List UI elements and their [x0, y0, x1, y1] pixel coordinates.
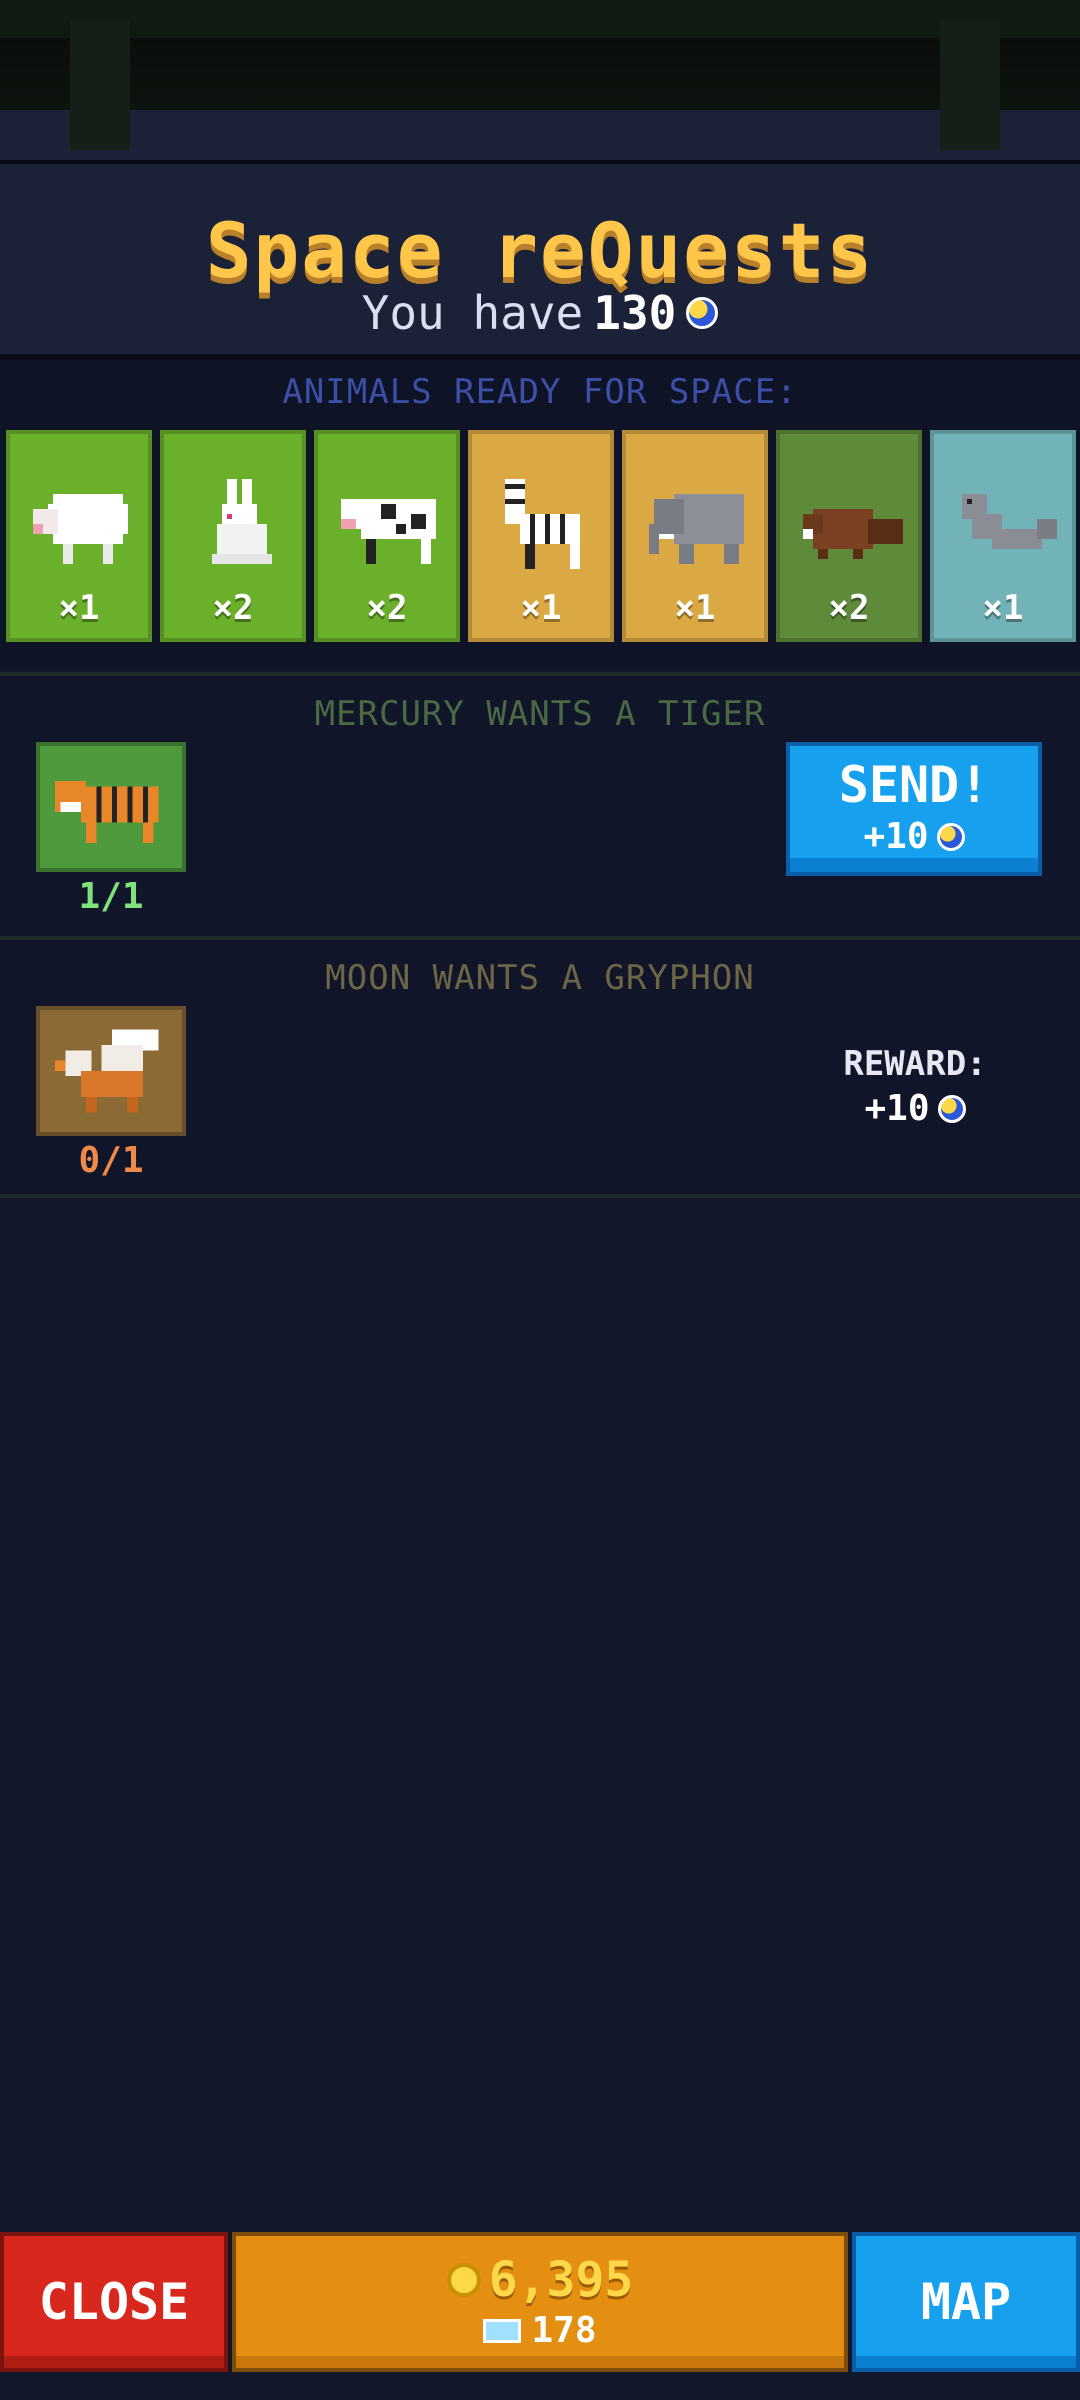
elephant-icon: [649, 494, 744, 564]
sheep-icon: [33, 494, 128, 564]
animal-card-zebra[interactable]: ×1: [468, 430, 614, 642]
currency-panel: 6,395 178: [232, 2232, 848, 2372]
request-progress: 0/1: [78, 1140, 144, 1181]
animal-card-seal[interactable]: ×1: [930, 430, 1076, 642]
game-background: [0, 0, 1080, 160]
moon-currency-icon: [686, 297, 719, 329]
close-button[interactable]: CLOSE: [0, 2232, 228, 2372]
request-heading: MOON WANTS A GRYPHON: [325, 958, 755, 998]
tickets-value: 178: [531, 2310, 597, 2351]
zebra-icon: [505, 479, 580, 569]
background-pillar: [940, 20, 1000, 150]
animals-heading: ANIMALS READY FOR SPACE:: [282, 372, 798, 412]
coins-display: 6,395: [236, 2252, 844, 2308]
animal-card-beaver[interactable]: ×2: [776, 430, 922, 642]
ticket-icon: [483, 2318, 522, 2343]
send-label: SEND!: [838, 756, 990, 814]
balance-prefix: You have: [361, 286, 584, 340]
bottom-bar: CLOSE 6,395 178 MAP: [0, 2232, 1080, 2372]
animal-count: ×2: [828, 588, 870, 628]
beaver-icon: [803, 509, 903, 559]
send-reward-value: +10: [863, 816, 929, 857]
reward-info: REWARD: +10: [810, 1044, 1020, 1129]
animals-ready-section: ANIMALS READY FOR SPACE: ×1 ×2 ×2 ×1 ×1 …: [0, 360, 1080, 670]
moon-currency-icon: [937, 1094, 966, 1123]
animal-card-sheep[interactable]: ×1: [6, 430, 152, 642]
coin-icon: [446, 2263, 481, 2297]
animal-count: ×2: [366, 588, 408, 628]
tickets-display: 178: [236, 2310, 844, 2351]
map-button[interactable]: MAP: [852, 2232, 1080, 2372]
gryphon-icon: [55, 1029, 159, 1113]
animal-card-elephant[interactable]: ×1: [622, 430, 768, 642]
background-pillar: [70, 20, 130, 150]
animal-count: ×1: [58, 588, 100, 628]
tiger-icon: [55, 781, 159, 844]
page-title: Space reQuests: [205, 206, 875, 295]
reward-amount: +10: [864, 1088, 930, 1129]
moon-currency-icon: [936, 822, 965, 851]
animal-count: ×1: [982, 588, 1024, 628]
animal-count: ×1: [674, 588, 716, 628]
request-heading: MERCURY WANTS A TIGER: [314, 694, 766, 734]
seal-icon: [962, 494, 1057, 549]
request-animal-card: [36, 1006, 186, 1136]
rabbit-icon: [212, 479, 272, 564]
send-button[interactable]: SEND! +10: [786, 742, 1042, 876]
coins-value: 6,395: [488, 2252, 634, 2308]
reward-value: +10: [810, 1088, 1020, 1129]
animal-card-rabbit[interactable]: ×2: [160, 430, 306, 642]
animal-count: ×2: [212, 588, 254, 628]
animal-card-list: ×1 ×2 ×2 ×1 ×1 ×2 ×1: [6, 430, 1076, 642]
send-reward: +10: [790, 816, 1038, 857]
request-progress: 1/1: [78, 876, 144, 917]
request-moon: MOON WANTS A GRYPHON 0/1 REWARD: +10: [0, 936, 1080, 1198]
header: Space reQuests You have 130: [0, 160, 1080, 360]
request-mercury: MERCURY WANTS A TIGER 1/1 SEND! +10: [0, 672, 1080, 934]
balance-value: 130: [593, 286, 677, 340]
reward-label: REWARD:: [843, 1044, 987, 1084]
bottom-edge: [0, 2372, 1080, 2400]
moon-balance: You have 130: [0, 286, 1080, 340]
request-animal-card: [36, 742, 186, 872]
animal-count: ×1: [520, 588, 562, 628]
animal-card-cow[interactable]: ×2: [314, 430, 460, 642]
cow-icon: [341, 499, 436, 564]
